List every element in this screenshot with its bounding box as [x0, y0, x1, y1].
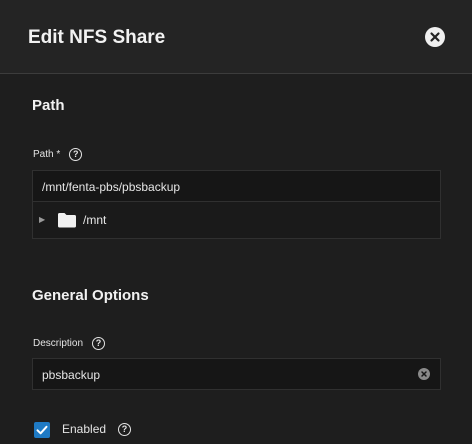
- path-input-value: /mnt/fenta-pbs/pbsbackup: [42, 180, 181, 194]
- description-input-value: pbsbackup: [42, 368, 101, 382]
- help-icon[interactable]: ?: [92, 337, 106, 350]
- folder-icon: [58, 213, 76, 228]
- dialog-header: Edit NFS Share: [0, 0, 472, 74]
- help-icon[interactable]: ?: [69, 148, 83, 161]
- path-input[interactable]: /mnt/fenta-pbs/pbsbackup: [32, 170, 441, 202]
- dialog-title: Edit NFS Share: [28, 27, 166, 48]
- enabled-label[interactable]: Enabled: [62, 422, 106, 436]
- description-input[interactable]: pbsbackup: [32, 358, 441, 390]
- close-button[interactable]: [425, 27, 445, 47]
- triangle-right-icon[interactable]: ▶: [39, 215, 45, 224]
- enabled-label-row: Enabled ?: [62, 422, 132, 436]
- general-options-title: General Options: [32, 287, 149, 304]
- close-icon: [430, 32, 440, 42]
- help-icon[interactable]: ?: [118, 422, 132, 436]
- dialog-content: Path Path * ? /mnt/fenta-pbs/pbsbackup ▶…: [0, 75, 472, 444]
- description-label-row: Description ?: [33, 337, 106, 350]
- path-label: Path *: [33, 149, 61, 160]
- check-icon: [36, 425, 48, 435]
- enabled-checkbox[interactable]: [34, 422, 50, 438]
- path-label-row: Path * ?: [33, 148, 83, 161]
- description-label: Description: [33, 338, 84, 349]
- path-tree: ▶ /mnt: [32, 202, 441, 239]
- path-section-title: Path: [32, 97, 65, 114]
- clear-icon[interactable]: [418, 368, 430, 380]
- tree-item-mnt[interactable]: /mnt: [83, 213, 106, 227]
